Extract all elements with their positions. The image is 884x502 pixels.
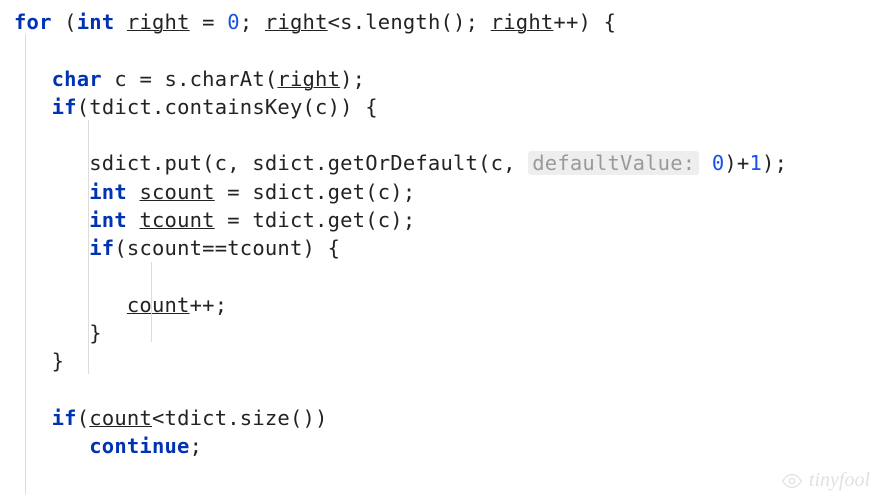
code-token: 0: [227, 10, 240, 34]
code-token: if: [89, 236, 114, 260]
code-line: if(scount==tcount) {: [14, 236, 340, 260]
code-token: int: [77, 10, 115, 34]
code-token: if: [52, 406, 77, 430]
code-token: int: [89, 208, 127, 232]
eye-icon: [781, 470, 803, 492]
code-token: count: [89, 406, 152, 430]
code-token: right: [265, 10, 328, 34]
code-token: scount: [139, 180, 214, 204]
indent-guide-1: [25, 34, 26, 494]
code-line: int tcount = tdict.get(c);: [14, 208, 415, 232]
code-line: continue;: [14, 434, 202, 458]
code-block: for (int right = 0; right<s.length(); ri…: [0, 0, 884, 461]
code-line: if(tdict.containsKey(c)) {: [14, 95, 378, 119]
code-token: tcount: [139, 208, 214, 232]
code-token: right: [491, 10, 554, 34]
code-line: for (int right = 0; right<s.length(); ri…: [14, 10, 616, 34]
code-token: 1: [749, 151, 762, 175]
watermark: tinyfool: [781, 469, 870, 492]
code-token: right: [127, 10, 190, 34]
code-line: if(count<tdict.size()): [14, 406, 328, 430]
code-line: int scount = sdict.get(c);: [14, 180, 415, 204]
code-token: count: [127, 293, 190, 317]
inline-hint: defaultValue:: [528, 151, 699, 175]
code-line: char c = s.charAt(right);: [14, 67, 365, 91]
code-line: }: [14, 349, 64, 373]
indent-guide-2: [88, 120, 89, 374]
code-token: char: [52, 67, 102, 91]
code-token: 0: [712, 151, 725, 175]
code-line: count++;: [14, 293, 227, 317]
code-token: int: [89, 180, 127, 204]
code-line: sdict.put(c, sdict.getOrDefault(c, defau…: [14, 151, 787, 175]
code-token: right: [277, 67, 340, 91]
code-token: if: [52, 95, 77, 119]
watermark-text: tinyfool: [809, 469, 870, 492]
code-line: [14, 123, 52, 147]
code-token: continue: [89, 434, 189, 458]
indent-guide-3: [151, 262, 152, 342]
code-token: for: [14, 10, 52, 34]
